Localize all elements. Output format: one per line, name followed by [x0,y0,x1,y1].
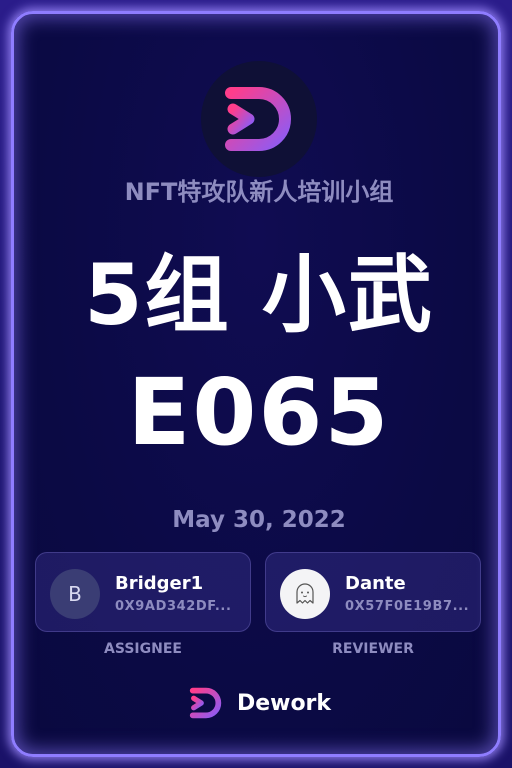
task-title: 5组 小武 [84,246,434,344]
assignee-card[interactable]: B Bridger1 0X9AD342DF... [35,552,251,632]
avatar-letter: B [68,582,82,606]
poster-frame: NFT特攻队新人培训小组 5组 小武 E065 May 30, 2022 B B… [0,0,512,768]
reviewer-card[interactable]: Dante 0X57F0E19B7... [265,552,481,632]
reviewer-address: 0X57F0E19B7... [345,599,470,614]
dework-logo-icon [189,687,222,719]
dework-logo-icon [225,87,291,151]
task-card: NFT特攻队新人培训小组 5组 小武 E065 May 30, 2022 B B… [11,11,501,757]
dework-logo-badge [201,61,317,177]
reviewer-name: Dante [345,573,406,594]
assignee-role-label: ASSIGNEE [104,641,182,657]
avatar [280,569,330,619]
avatar: B [50,569,100,619]
organization-name: NFT特攻队新人培训小组 [124,178,394,206]
ghost-icon [296,583,314,604]
brand-name: Dework [236,690,332,716]
assignee-address: 0X9AD342DF... [115,599,232,614]
assignee-name: Bridger1 [115,573,204,594]
reviewer-role-label: REVIEWER [332,641,414,657]
brand-footer: Dework [14,684,498,722]
task-date: May 30, 2022 [172,507,346,533]
task-code: E065 [127,359,391,466]
